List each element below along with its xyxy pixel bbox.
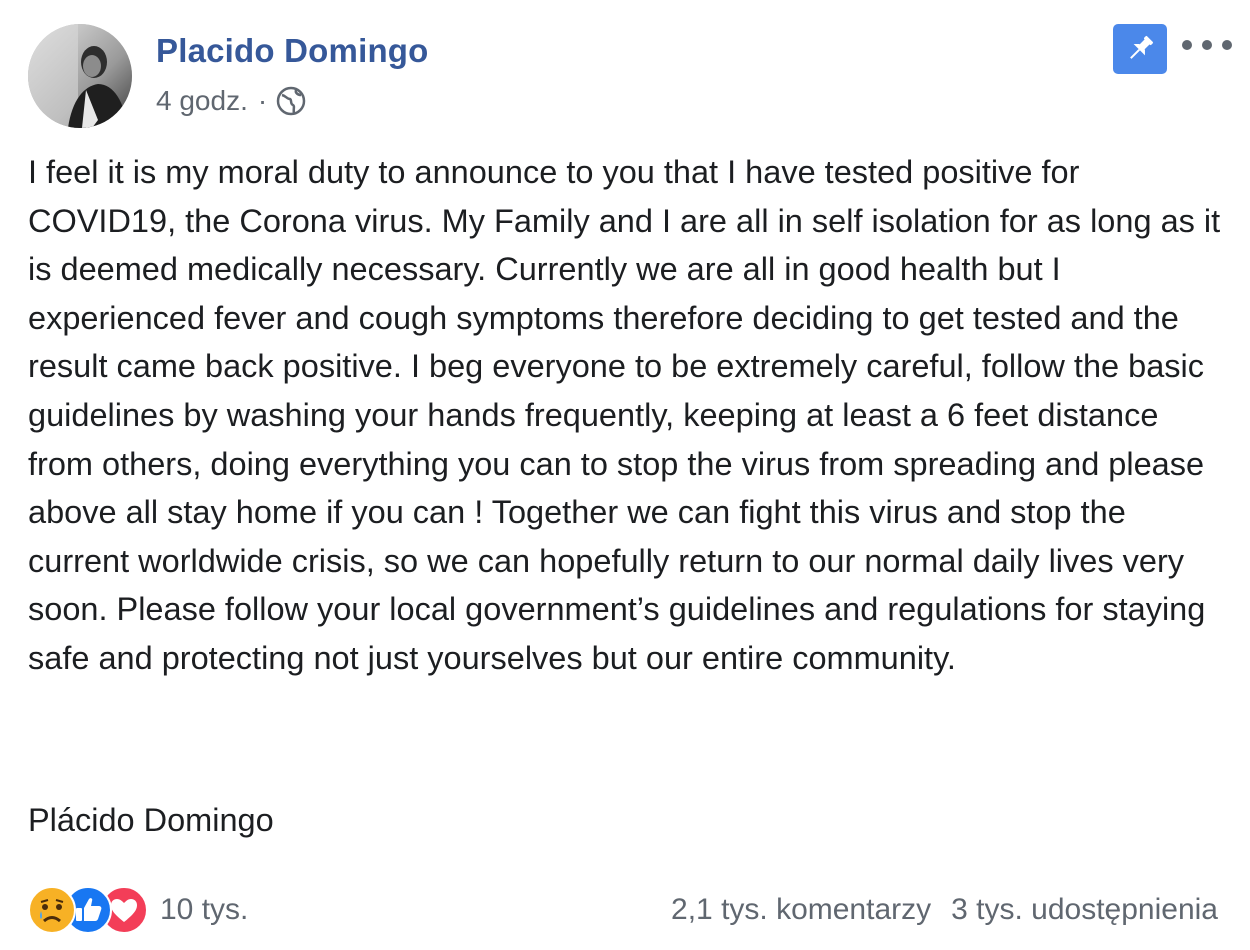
meta-separator: ·	[257, 85, 268, 116]
author-name[interactable]: Placido Domingo	[156, 32, 429, 70]
more-dot	[1202, 40, 1212, 50]
post-meta: 4 godz. ·	[156, 84, 307, 118]
pin-button[interactable]	[1113, 24, 1167, 74]
avatar[interactable]	[28, 24, 132, 128]
comments-count-link[interactable]: 2,1 tys. komentarzy	[671, 893, 931, 927]
shares-count-link[interactable]: 3 tys. udostępnienia	[951, 893, 1218, 927]
facebook-post: Placido Domingo 4 godz. · I feel it is m…	[0, 0, 1250, 950]
more-dot	[1222, 40, 1232, 50]
pin-icon	[1130, 35, 1154, 59]
reaction-count[interactable]: 10 tys.	[160, 893, 248, 927]
post-body-text: I feel it is my moral duty to announce t…	[28, 154, 1221, 676]
reactions-summary[interactable]: 10 tys.	[28, 884, 248, 936]
post-signature: Plácido Domingo	[28, 802, 274, 838]
more-options-icon[interactable]	[1182, 28, 1232, 62]
engagement-stats: 2,1 tys. komentarzy 3 tys. udostępnienia	[671, 888, 1218, 932]
more-dot	[1182, 40, 1192, 50]
profile-photo	[28, 24, 132, 128]
sad-reaction-icon	[28, 886, 76, 934]
globe-icon[interactable]	[275, 85, 307, 117]
post-timestamp[interactable]: 4 godz.	[156, 85, 248, 117]
